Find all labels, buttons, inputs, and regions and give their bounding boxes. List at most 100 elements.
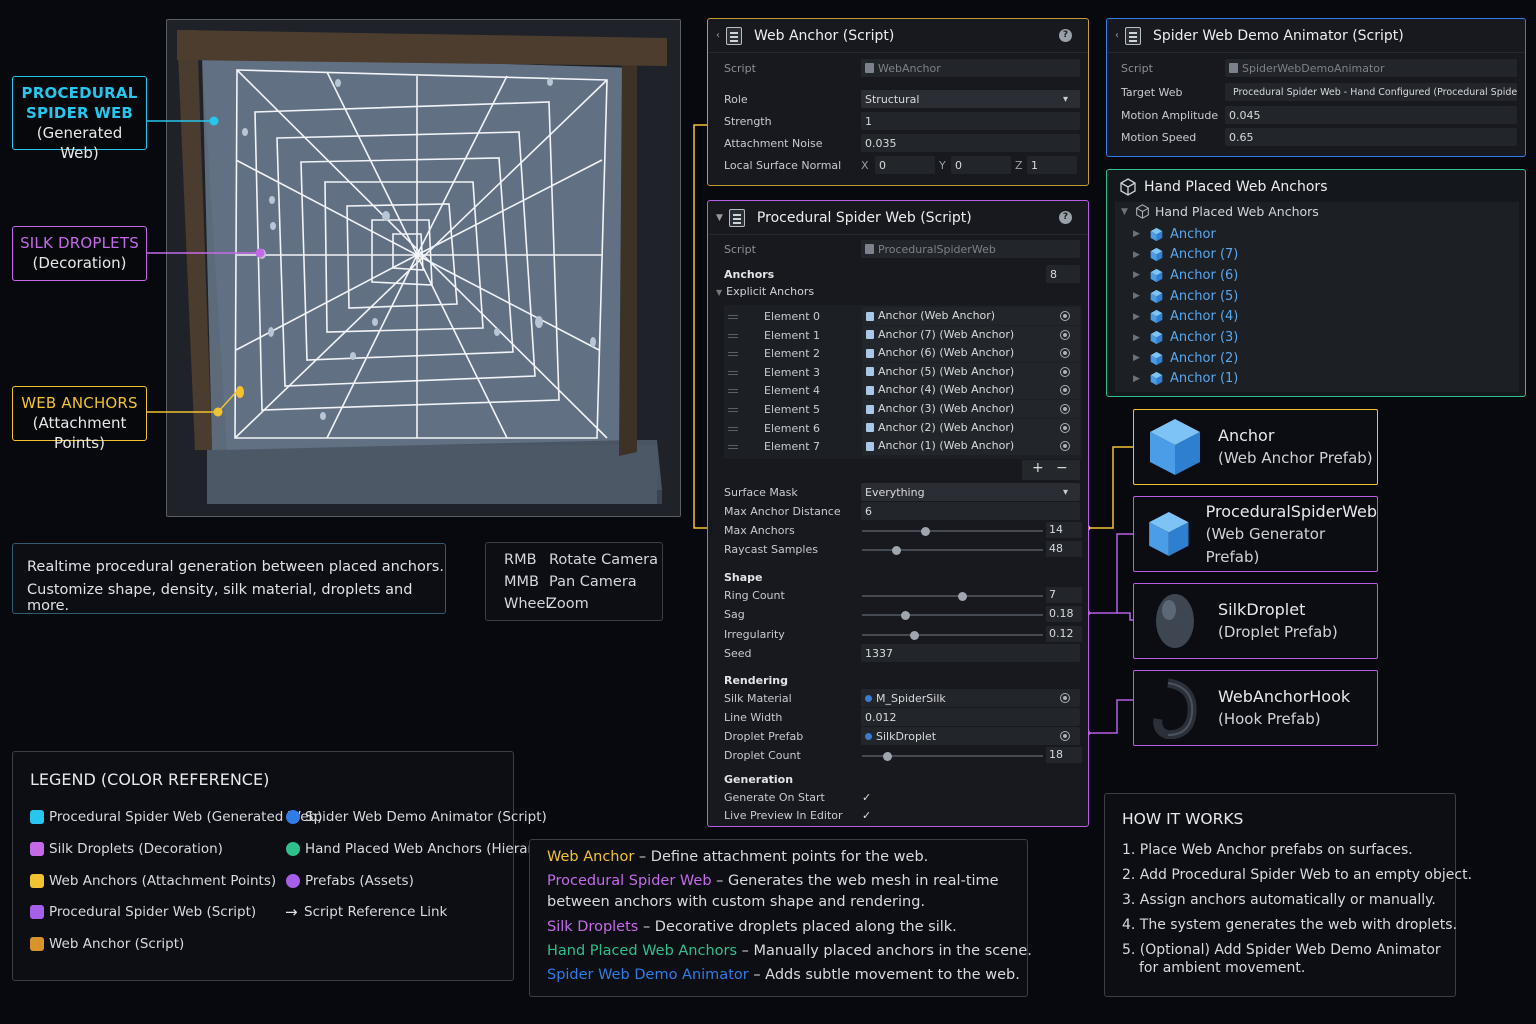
prefab-card[interactable]: ProceduralSpiderWeb (Web Generator Prefab… [1133, 496, 1378, 572]
object-picker-icon[interactable] [1060, 329, 1070, 340]
seed-label: Seed [724, 646, 752, 660]
web-anchor-header[interactable]: ‹ Web Anchor (Script) [708, 19, 1088, 53]
max-distance-field[interactable]: 6 [861, 502, 1080, 520]
irregularity-field[interactable]: 0.12 [1046, 626, 1082, 642]
hierarchy-item[interactable]: ▶ Anchor (3) [1133, 328, 1238, 348]
object-picker-icon[interactable] [1060, 441, 1070, 452]
object-picker-icon[interactable] [1060, 385, 1070, 396]
expand-arrow-icon[interactable]: ▶ [1133, 374, 1149, 384]
hierarchy-item[interactable]: ▶ Anchor (5) [1133, 286, 1238, 306]
hierarchy-item[interactable]: ▶ Anchor [1133, 224, 1216, 244]
prefab-card[interactable]: Anchor (Web Anchor Prefab) [1133, 409, 1378, 485]
hierarchy-item[interactable]: ▶ Anchor (7) [1133, 245, 1238, 265]
strength-field[interactable]: 1 [861, 112, 1080, 130]
expand-arrow-icon[interactable]: ▼ [1121, 207, 1135, 217]
role-dropdown[interactable]: Structural [861, 90, 1080, 108]
prefab-card[interactable]: SilkDroplet (Droplet Prefab) [1133, 583, 1378, 659]
drag-handle-icon[interactable] [728, 352, 738, 354]
live-preview-checkbox[interactable]: ✓ [862, 809, 871, 822]
hierarchy-item[interactable]: ▶ Anchor (2) [1133, 348, 1238, 368]
drag-handle-icon[interactable] [728, 408, 738, 409]
object-picker-icon[interactable] [1060, 693, 1070, 703]
expand-arrow-icon[interactable]: ▶ [1133, 312, 1149, 322]
noise-field[interactable]: 0.035 [861, 134, 1080, 152]
script-field[interactable]: SpiderWebDemoAnimator [1225, 59, 1517, 77]
demo-animator-header[interactable]: ‹ Spider Web Demo Animator (Script) [1107, 19, 1525, 53]
object-picker-icon[interactable] [1060, 404, 1070, 414]
drag-handle-icon[interactable] [728, 370, 738, 372]
target-web-field[interactable]: Procedural Spider Web - Hand Configured … [1225, 83, 1517, 101]
normal-z-field[interactable]: 1 [1027, 156, 1077, 174]
generate-on-start-checkbox[interactable]: ✓ [862, 791, 871, 804]
surface-mask-dropdown[interactable]: Everything [861, 483, 1080, 501]
expand-arrow-icon[interactable]: ▼ [716, 288, 722, 297]
legend-item: Prefabs (Assets) [286, 873, 414, 889]
droplet-prefab-field[interactable]: SilkDroplet [861, 727, 1080, 745]
silk-material-field[interactable]: M_SpiderSilk [861, 689, 1080, 707]
ring-count-field[interactable]: 7 [1046, 587, 1082, 603]
hierarchy-item[interactable]: ▶ Anchor (1) [1133, 369, 1238, 389]
help-icon[interactable]: ? [1059, 29, 1072, 42]
script-field[interactable]: WebAnchor [861, 59, 1080, 77]
element-object-field[interactable]: Anchor (Web Anchor) [862, 307, 1080, 325]
expand-arrow-icon[interactable]: ▶ [1133, 250, 1149, 260]
line-width-field[interactable]: 0.012 [861, 708, 1080, 726]
droplet-count-field[interactable]: 18 [1046, 747, 1082, 763]
hierarchy-item[interactable]: ▶ Anchor (6) [1133, 265, 1238, 285]
object-picker-icon[interactable] [1060, 422, 1070, 433]
element-object-field[interactable]: Anchor (1) (Web Anchor) [862, 437, 1080, 456]
hierarchy-root[interactable]: ▼ Hand Placed Web Anchors [1121, 204, 1319, 219]
object-picker-icon[interactable] [1060, 348, 1070, 359]
raycast-samples-slider-track[interactable] [862, 549, 1043, 551]
max-anchors-slider-track[interactable] [862, 530, 1043, 532]
object-picker-icon[interactable] [1060, 731, 1070, 741]
raycast-samples-field[interactable]: 48 [1046, 541, 1082, 557]
collapse-arrow-icon[interactable]: ▼ [716, 213, 723, 223]
expand-arrow-icon[interactable]: ▶ [1133, 270, 1149, 280]
drag-handle-icon[interactable] [728, 426, 738, 428]
element-object-field[interactable]: Anchor (2) (Web Anchor) [862, 418, 1080, 437]
collapse-arrow-icon[interactable]: ‹ [716, 30, 720, 41]
drag-handle-icon[interactable] [728, 445, 738, 447]
expand-arrow-icon[interactable]: ▶ [1133, 353, 1149, 363]
normal-x-field[interactable]: 0 [875, 156, 935, 174]
remove-element-button[interactable]: − [1056, 460, 1068, 476]
speed-field[interactable]: 0.65 [1225, 128, 1517, 146]
droplet-prefab-row: Droplet Prefab SilkDroplet [724, 727, 1080, 745]
script-field[interactable]: ProceduralSpiderWeb [861, 240, 1080, 258]
drag-handle-icon[interactable] [728, 333, 738, 335]
ring-count-slider-track[interactable] [862, 595, 1043, 597]
element-object-field[interactable]: Anchor (5) (Web Anchor) [862, 362, 1080, 381]
hierarchy-item-label: Anchor [1170, 226, 1216, 242]
prefab-card[interactable]: WebAnchorHook (Hook Prefab) [1133, 670, 1378, 746]
element-value: Anchor (3) (Web Anchor) [878, 402, 1015, 415]
sag-slider-track[interactable] [862, 614, 1043, 616]
anchors-count-field[interactable]: 8 [1046, 265, 1080, 283]
collapse-arrow-icon[interactable]: ‹ [1115, 30, 1119, 41]
legend-item: Web Anchors (Attachment Points) [30, 873, 276, 889]
object-picker-icon[interactable] [1060, 366, 1070, 377]
add-element-button[interactable]: + [1032, 460, 1044, 476]
seed-field[interactable]: 1337 [861, 644, 1080, 662]
help-icon[interactable]: ? [1059, 211, 1072, 224]
procedural-header[interactable]: ▼ Procedural Spider Web (Script) [708, 201, 1088, 235]
object-picker-icon[interactable] [1060, 311, 1070, 321]
hierarchy-item[interactable]: ▶ Anchor (4) [1133, 307, 1238, 327]
expand-arrow-icon[interactable]: ▶ [1133, 291, 1149, 301]
max-anchors-field[interactable]: 14 [1046, 522, 1082, 538]
expand-arrow-icon[interactable]: ▶ [1133, 333, 1149, 343]
expand-arrow-icon[interactable]: ▶ [1133, 229, 1149, 239]
element-object-field[interactable]: Anchor (6) (Web Anchor) [862, 344, 1080, 363]
drag-handle-icon[interactable] [728, 389, 738, 391]
ring-count-slider-handle[interactable] [957, 592, 967, 601]
normal-y-field[interactable]: 0 [951, 156, 1011, 174]
drag-handle-icon[interactable] [728, 315, 738, 316]
sag-field[interactable]: 0.18 [1046, 606, 1082, 622]
element-object-field[interactable]: Anchor (3) (Web Anchor) [862, 400, 1080, 418]
explicit-anchors-foldout[interactable]: ▼ Explicit Anchors [716, 285, 814, 298]
element-object-field[interactable]: Anchor (7) (Web Anchor) [862, 325, 1080, 344]
irregularity-slider-track[interactable] [862, 634, 1043, 636]
amplitude-field[interactable]: 0.045 [1225, 106, 1517, 124]
element-object-field[interactable]: Anchor (4) (Web Anchor) [862, 381, 1080, 400]
max-distance-label: Max Anchor Distance [724, 504, 841, 518]
